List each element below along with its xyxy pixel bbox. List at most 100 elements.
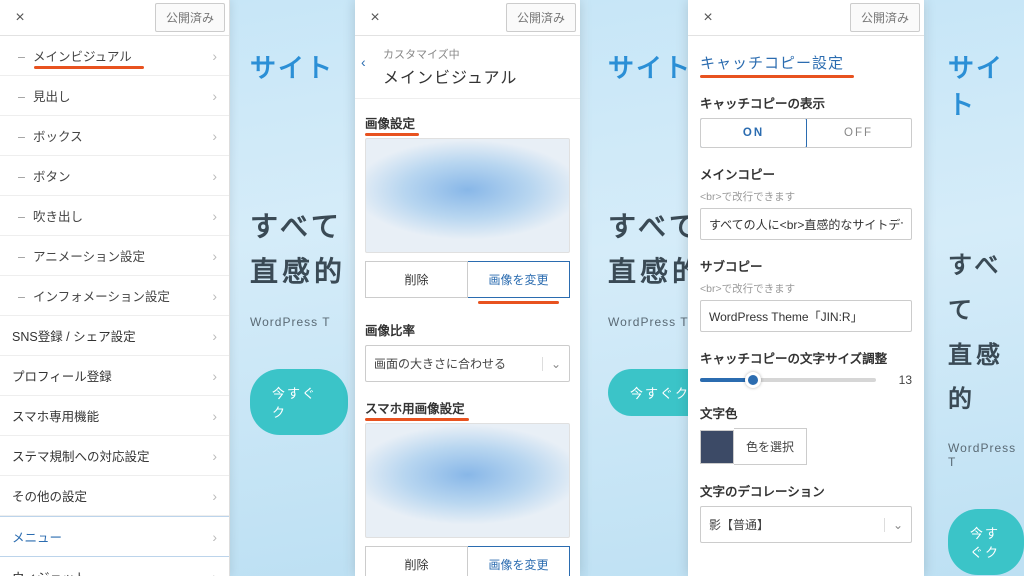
preview-subline: WordPress T [948,441,1024,469]
field-decoration-label: 文字のデコレーション [700,481,912,500]
sidebar-item[interactable]: スマホ専用機能 › [0,396,229,436]
sidebar-item[interactable]: ウィジェット› [0,557,229,576]
dash-icon: – [18,50,25,64]
sidebar-item-label: SNS登録 / シェア設定 [12,326,136,345]
sidebar-item[interactable]: –メインビジュアル › [0,36,229,76]
decoration-select[interactable]: 影【普通】 ⌄ [700,506,912,543]
field-subcopy-label: サブコピー [700,256,912,275]
sidebar-item[interactable]: –吹き出し › [0,196,229,236]
image-preview[interactable] [365,138,570,253]
customizer-panel-mainvisual: × 公開済み ‹ カスタマイズ中 メインビジュアル 画像設定 削除 画像を変更 … [355,0,580,576]
sidebar-item[interactable]: SNS登録 / シェア設定 › [0,316,229,356]
hint-br: <br>で改行できます [700,281,912,296]
change-sp-image-button[interactable]: 画像を変更 [468,546,570,576]
sidebar-item-label: 吹き出し [33,210,83,224]
chevron-right-icon: › [212,128,217,144]
sidebar-item[interactable]: プロフィール登録› [0,356,229,396]
chevron-right-icon: › [212,208,217,224]
sidebar-item[interactable]: –見出し › [0,76,229,116]
chevron-right-icon: › [212,448,217,464]
sidebar-item-label: ステマ規制への対応設定 [12,446,150,465]
preview-brand: サイト [250,48,348,85]
sidebar-item-label: スマホ専用機能 [12,406,99,425]
preview-brand: サイト [948,48,1024,122]
publish-status-button[interactable]: 公開済み [506,3,576,32]
image-ratio-select[interactable]: 画面の大きさに合わせる ⌄ [365,345,570,382]
sidebar-item-label: ボタン [33,170,71,184]
section-ratio-label: 画像比率 [365,320,415,339]
display-toggle[interactable]: ON OFF [700,118,912,148]
delete-sp-image-button[interactable]: 削除 [365,546,468,576]
toggle-on[interactable]: ON [700,118,807,148]
field-maincopy-label: メインコピー [700,164,912,183]
close-icon[interactable]: × [692,2,724,34]
dash-icon: – [18,90,25,104]
field-textcolor-label: 文字色 [700,403,912,422]
sidebar-item[interactable]: –ボックス › [0,116,229,156]
dash-icon: – [18,170,25,184]
publish-status-button[interactable]: 公開済み [155,3,225,32]
dash-icon: – [18,250,25,264]
chevron-right-icon: › [212,408,217,424]
sp-image-preview[interactable] [365,423,570,538]
nav-list: –メインビジュアル›–見出し›–ボックス›–ボタン›–吹き出し›–アニメーション… [0,36,229,576]
sidebar-item-label: インフォメーション設定 [33,290,170,304]
chevron-right-icon: › [212,488,217,504]
fontsize-slider[interactable] [700,378,876,382]
sidebar-item[interactable]: –アニメーション設定 › [0,236,229,276]
chevron-right-icon: › [212,288,217,304]
maincopy-input[interactable] [700,208,912,240]
select-value: 画面の大きさに合わせる [374,355,506,372]
panel-title: メインビジュアル [383,64,570,88]
publish-status-button[interactable]: 公開済み [850,3,920,32]
sidebar-item[interactable]: その他の設定 › [0,476,229,516]
sidebar-item[interactable]: –ボタン › [0,156,229,196]
sidebar-item-label: ボックス [33,130,83,144]
back-icon[interactable]: ‹ [361,54,366,70]
select-value: 影【普通】 [709,516,769,533]
sidebar-item[interactable]: ステマ規制への対応設定 › [0,436,229,476]
chevron-right-icon: › [212,48,217,64]
sidebar-item[interactable]: –インフォメーション設定› [0,276,229,316]
preview-subline: WordPress T [250,315,348,329]
panel-title: キャッチコピー設定 [700,52,844,73]
close-icon[interactable]: × [4,2,36,34]
breadcrumb: カスタマイズ中 [383,46,570,62]
customizer-panel-catchcopy: × 公開済み キャッチコピー設定 キャッチコピーの表示 ON OFF メインコピ… [688,0,924,576]
sidebar-item-label: メニュー [12,527,62,546]
chevron-right-icon: › [212,529,217,545]
sidebar-item[interactable]: メニュー › [0,516,229,557]
chevron-right-icon: › [212,328,217,344]
chevron-down-icon: ⌄ [884,518,903,532]
chevron-right-icon: › [212,248,217,264]
customizer-panel-menu: × 公開済み –メインビジュアル›–見出し›–ボックス›–ボタン›–吹き出し›–… [0,0,230,576]
preview-heading: すべて直感的 [250,205,348,295]
sidebar-item-label: アニメーション設定 [33,250,145,264]
sidebar-item-label: メインビジュアル [33,50,132,64]
color-swatch[interactable] [700,430,734,464]
sidebar-item-label: 見出し [33,90,71,104]
change-image-button[interactable]: 画像を変更 [468,261,570,298]
chevron-right-icon: › [212,168,217,184]
fontsize-value: 13 [886,373,912,387]
section-image-label: 画像設定 [365,113,415,132]
dash-icon: – [18,210,25,224]
delete-image-button[interactable]: 削除 [365,261,468,298]
sidebar-item-label: ウィジェット [12,567,87,576]
chevron-right-icon: › [212,88,217,104]
preview-cta[interactable]: 今すぐク [948,509,1024,575]
toggle-off[interactable]: OFF [806,119,911,147]
preview-cta[interactable]: 今すぐク [250,369,348,435]
hint-br: <br>で改行できます [700,189,912,204]
slider-thumb[interactable] [745,372,761,388]
field-fontsize-label: キャッチコピーの文字サイズ調整 [700,348,912,367]
sidebar-item-label: その他の設定 [12,486,87,505]
section-sp-image-label: スマホ用画像設定 [365,398,465,417]
chevron-right-icon: › [212,368,217,384]
select-color-button[interactable]: 色を選択 [734,428,807,465]
dash-icon: – [18,130,25,144]
field-display-label: キャッチコピーの表示 [700,93,912,112]
close-icon[interactable]: × [359,2,391,34]
subcopy-input[interactable] [700,300,912,332]
chevron-down-icon: ⌄ [542,357,561,371]
